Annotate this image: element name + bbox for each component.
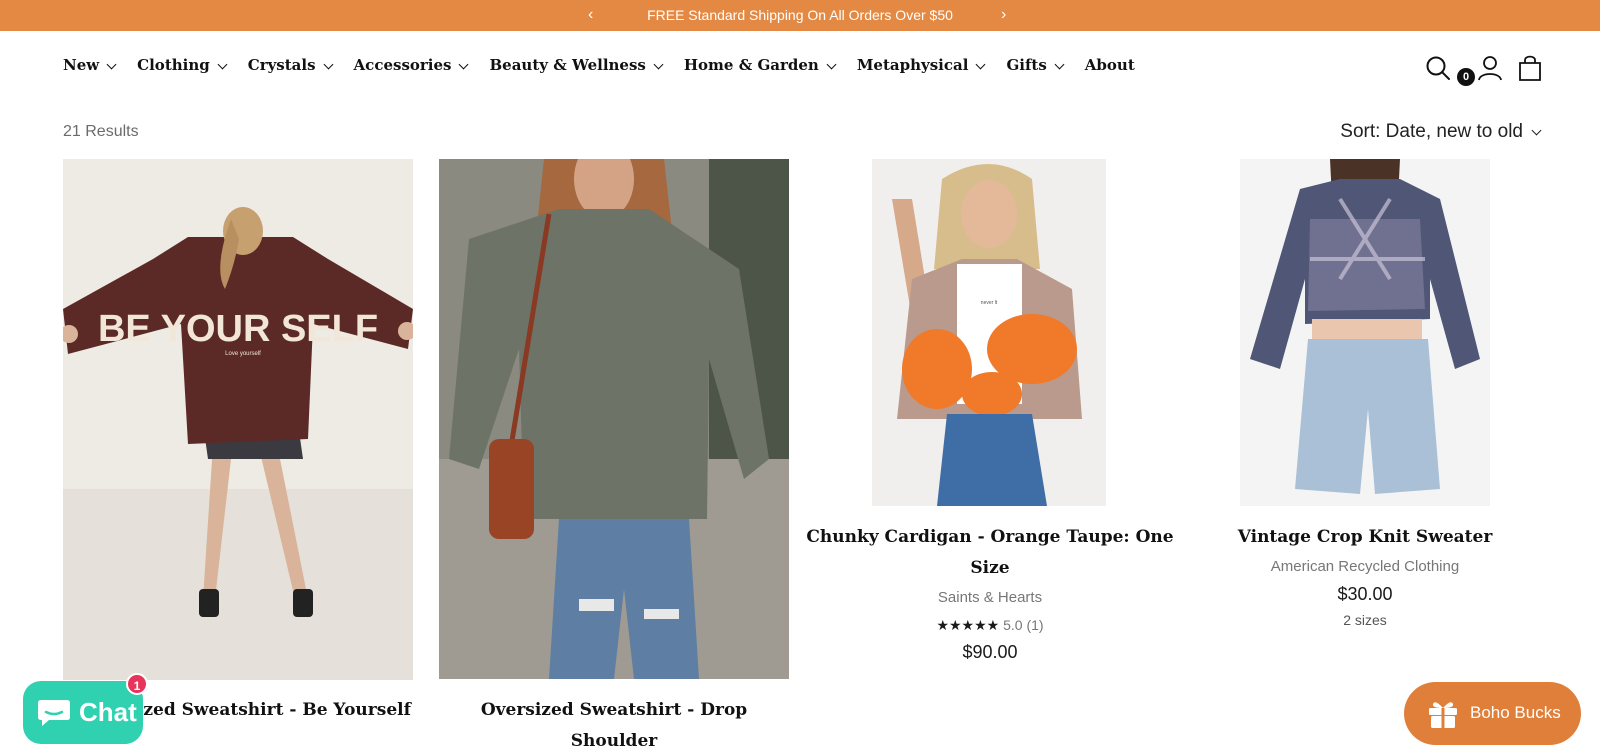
nav-item-beauty-wellness[interactable]: Beauty & Wellness [489,56,664,74]
product-title[interactable]: Chunky Cardigan - Orange Taupe: One Size [805,522,1175,584]
chat-button[interactable]: Chat [23,681,143,744]
chevron-down-icon [323,59,333,69]
boho-bucks-button[interactable]: Boho Bucks [1404,682,1581,745]
results-count: 21 Results [63,123,139,140]
chat-label: Chat [79,697,137,727]
nav-item-label: Metaphysical [856,56,969,74]
nav-item-label: New [63,56,100,74]
nav-item-about[interactable]: About [1085,56,1135,74]
product-photo-crop-knit-sweater [1240,159,1490,506]
product-photo-sweatshirt-brown: BE YOUR SELF Love yourself [63,159,413,680]
nav-item-label: Accessories [353,56,452,74]
search-icon[interactable] [1424,54,1452,82]
chevron-down-icon [1531,125,1542,136]
product-price: $30.00 [1337,584,1393,604]
announcement-bar: ‹ FREE Standard Shipping On All Orders O… [0,0,1600,31]
nav-item-crystals[interactable]: Crystals [247,56,333,74]
main-nav: New Clothing Crystals Accessories Beauty… [63,52,1157,78]
gift-icon [1429,702,1457,728]
product-rating: ★★★★★ 5.0 (1) [805,617,1175,634]
tee-print-text: never lt [981,300,998,306]
sweatshirt-print-text: BE YOUR SELF [98,308,378,350]
chat-notification-badge: 1 [126,673,148,695]
nav-item-label: Gifts [1006,56,1047,74]
nav-item-label: About [1084,56,1135,74]
nav-item-label: Home & Garden [683,56,819,74]
nav-item-accessories[interactable]: Accessories [353,56,469,74]
announcement-text[interactable]: FREE Standard Shipping On All Orders Ove… [0,7,1600,23]
product-image[interactable]: BE YOUR SELF Love yourself [63,159,413,680]
product-title[interactable]: Vintage Crop Knit Sweater [1190,522,1540,553]
star-rating-icons: ★★★★★ [936,617,1000,633]
account-icon[interactable] [1476,54,1504,82]
chevron-down-icon [653,59,664,69]
chevron-down-icon [217,59,228,69]
product-vendor: Saints & Hearts [937,589,1043,606]
product-image[interactable] [1240,159,1490,506]
boho-bucks-label: Boho Bucks [1470,703,1561,722]
product-price: $90.00 [962,642,1018,662]
nav-item-label: Clothing [137,56,210,74]
chat-bubble-icon [38,700,70,726]
rating-text: 5.0 (1) [1003,617,1044,633]
chevron-right-icon[interactable]: › [1001,5,1006,25]
nav-item-clothing[interactable]: Clothing [137,56,228,74]
nav-item-home-garden[interactable]: Home & Garden [683,56,837,74]
product-photo-chunky-cardigan: never lt [872,159,1106,506]
sort-label: Sort: Date, new to old [1340,121,1523,142]
chevron-down-icon [975,59,986,69]
chevron-down-icon [459,59,469,69]
nav-item-gifts[interactable]: Gifts [1006,56,1065,74]
nav-item-new[interactable]: New [63,56,117,74]
chevron-down-icon [1054,59,1065,69]
nav-item-label: Crystals [247,56,316,74]
product-sizes: 2 sizes [1343,612,1387,628]
product-image[interactable] [439,159,789,679]
sort-select[interactable]: Sort: Date, new to old [1340,121,1542,143]
product-image[interactable]: never lt [872,159,1106,506]
header-icons: 0 [1424,54,1544,86]
nav-item-label: Beauty & Wellness [489,56,646,74]
product-title[interactable]: Oversized Sweatshirt - Drop Shoulder [439,695,789,754]
nav-item-metaphysical[interactable]: Metaphysical [856,56,986,74]
cart-count-badge: 0 [1457,68,1475,86]
sweatshirt-print-small-text: Love yourself [225,351,261,357]
cart-icon[interactable] [1516,54,1544,82]
product-photo-sweatshirt-grey [439,159,789,679]
chevron-down-icon [106,59,117,69]
chevron-down-icon [826,59,837,69]
product-vendor: American Recycled Clothing [1270,558,1460,575]
